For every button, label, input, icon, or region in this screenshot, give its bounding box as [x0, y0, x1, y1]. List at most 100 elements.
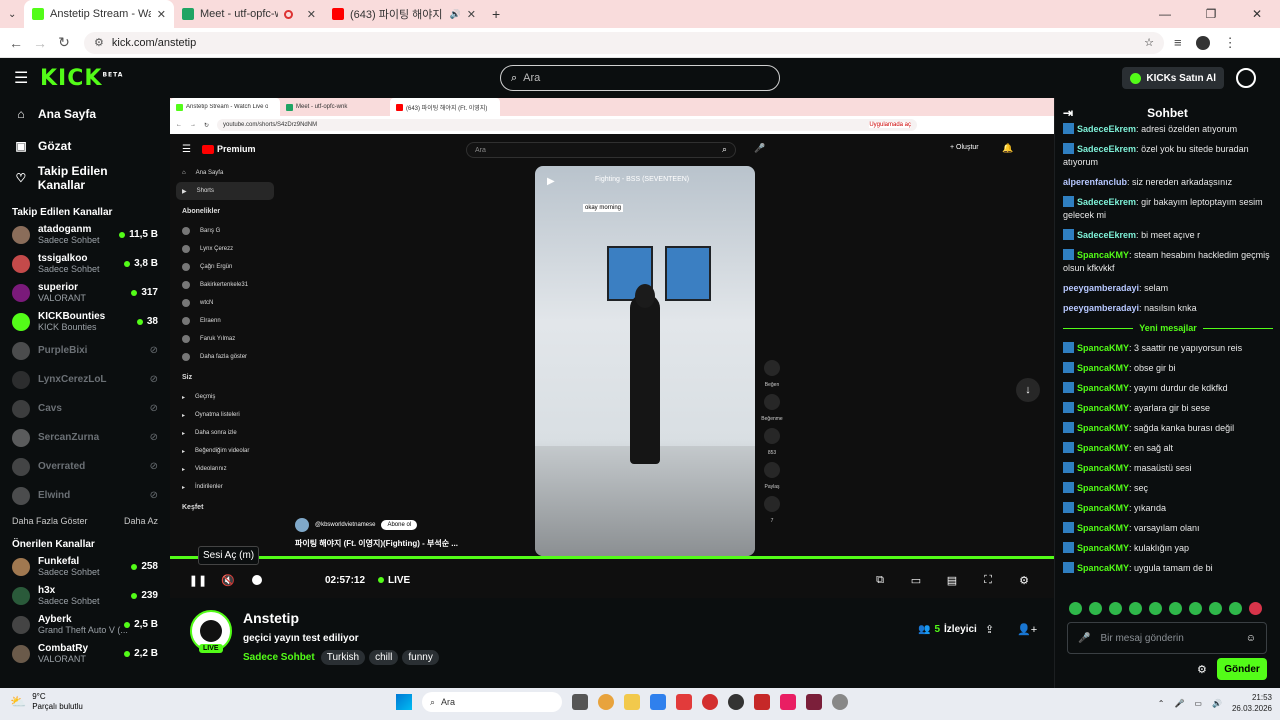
browser-tab-meet[interactable]: Meet - utf-opfc-wnk ✕: [174, 0, 324, 28]
emote-icon[interactable]: [1069, 602, 1082, 615]
chat-username[interactable]: peeygamberadayi: [1063, 283, 1139, 293]
live-indicator[interactable]: LIVE: [378, 575, 410, 586]
chat-username[interactable]: SpancaKMY: [1077, 563, 1129, 573]
volume-icon[interactable]: 🔊: [1212, 699, 1222, 708]
collapse-chat-icon[interactable]: ⇥: [1063, 106, 1073, 120]
chat-username[interactable]: SadeceEkrem: [1077, 230, 1136, 240]
chat-username[interactable]: SpancaKMY: [1077, 250, 1129, 260]
browser-tab-youtube[interactable]: (643) 파이팅 해야지 (Ft. 이 🔊 ✕: [324, 0, 484, 28]
emote-icon[interactable]: [1109, 602, 1122, 615]
follow-icon[interactable]: 👤+: [1017, 623, 1037, 636]
mic-tray-icon[interactable]: 🎤: [1174, 699, 1184, 708]
followed-channel[interactable]: KICKBounties KICK Bounties 38: [0, 307, 170, 336]
audio-icon[interactable]: 🔊: [450, 9, 461, 20]
chat-username[interactable]: SpancaKMY: [1077, 503, 1129, 513]
chat-username[interactable]: SpancaKMY: [1077, 363, 1129, 373]
settings-icon[interactable]: ⚙: [1014, 570, 1034, 590]
emote-icon[interactable]: [1249, 602, 1262, 615]
app-icon[interactable]: [806, 694, 822, 710]
weather-widget[interactable]: ⛅ 9°C Parçalı bulutlu: [10, 692, 83, 712]
chat-username[interactable]: SpancaKMY: [1077, 483, 1129, 493]
app-icon[interactable]: [832, 694, 848, 710]
mic-icon[interactable]: 🎤: [1078, 633, 1090, 644]
music-icon[interactable]: [780, 694, 796, 710]
nav-browse[interactable]: ▣ Gözat: [0, 130, 170, 162]
search-input[interactable]: ⌕ Ara: [500, 65, 780, 91]
emote-icon[interactable]: [1089, 602, 1102, 615]
chat-username[interactable]: SadeceEkrem: [1077, 124, 1136, 134]
tab-search-button[interactable]: ⌄: [0, 0, 24, 28]
fullscreen-icon[interactable]: ⛶: [978, 570, 998, 590]
emoji-icon[interactable]: ☺: [1246, 633, 1256, 644]
emote-icon[interactable]: [1129, 602, 1142, 615]
user-avatar[interactable]: [1236, 68, 1256, 88]
offline-channel[interactable]: Cavs ⊘: [0, 394, 170, 423]
chrome-icon[interactable]: [598, 694, 614, 710]
chevron-up-icon[interactable]: ⌃: [1158, 699, 1165, 708]
clock[interactable]: 21:53 26.03.2026: [1232, 692, 1272, 714]
profile-icon[interactable]: [1195, 35, 1210, 50]
taskbar-search[interactable]: ⌕ Ara: [422, 692, 562, 712]
chat-username[interactable]: SpancaKMY: [1077, 463, 1129, 473]
new-tab-button[interactable]: +: [484, 0, 512, 28]
emote-icon[interactable]: [1169, 602, 1182, 615]
volume-slider[interactable]: [252, 575, 262, 585]
chat-username[interactable]: SpancaKMY: [1077, 523, 1129, 533]
nav-following[interactable]: ♡ Takip Edilen Kanallar: [0, 162, 170, 194]
close-tab-icon[interactable]: ✕: [157, 8, 166, 21]
reload-icon[interactable]: ↻: [52, 34, 76, 51]
chat-username[interactable]: SadeceEkrem: [1077, 144, 1136, 154]
buy-kicks-button[interactable]: KICKs Satın Al: [1122, 67, 1224, 89]
followed-channel[interactable]: tssigalkoo Sadece Sohbet 3,8 B: [0, 249, 170, 278]
theater-mode-icon[interactable]: ▭: [906, 570, 926, 590]
store-icon[interactable]: [650, 694, 666, 710]
app-icon[interactable]: [676, 694, 692, 710]
site-info-icon[interactable]: ⚙: [94, 36, 104, 49]
browser-tab-kick[interactable]: Anstetip Stream - Watch Live o ✕: [24, 0, 174, 28]
chat-input[interactable]: 🎤 Bir mesaj gönderin ☺: [1067, 622, 1267, 654]
minimize-icon[interactable]: —: [1142, 0, 1188, 28]
chat-username[interactable]: SpancaKMY: [1077, 443, 1129, 453]
chat-settings-icon[interactable]: ⚙: [1197, 663, 1207, 676]
chat-username[interactable]: SpancaKMY: [1077, 423, 1129, 433]
show-less-link[interactable]: Daha Az: [124, 516, 158, 526]
obs-icon[interactable]: [728, 694, 744, 710]
emote-icon[interactable]: [1229, 602, 1242, 615]
nav-home[interactable]: ⌂ Ana Sayfa: [0, 98, 170, 130]
kick-logo[interactable]: KICKBETA: [40, 66, 123, 91]
offline-channel[interactable]: PurpleBixi ⊘: [0, 336, 170, 365]
menu-icon[interactable]: ⋮: [1224, 35, 1237, 51]
suggested-channel[interactable]: Ayberk Grand Theft Auto V (... 2,5 B: [0, 610, 170, 639]
emote-icon[interactable]: [1149, 602, 1162, 615]
pip-icon[interactable]: ⧉: [870, 570, 890, 590]
tag-chip[interactable]: chill: [369, 650, 399, 665]
category-link[interactable]: Sadece Sohbet: [243, 652, 315, 663]
start-button[interactable]: [396, 694, 412, 710]
mute-button[interactable]: 🔇: [218, 570, 238, 590]
forward-icon[interactable]: →: [28, 35, 52, 51]
offline-channel[interactable]: Overrated ⊘: [0, 452, 170, 481]
stream-progress-bar[interactable]: [170, 556, 1054, 559]
offline-channel[interactable]: LynxCerezLoL ⊘: [0, 365, 170, 394]
tag-chip[interactable]: Turkish: [320, 650, 366, 665]
emote-icon[interactable]: [1189, 602, 1202, 615]
chat-username[interactable]: SadeceEkrem: [1077, 197, 1136, 207]
suggested-channel[interactable]: CombatRy VALORANT 2,2 B: [0, 639, 170, 668]
clip-icon[interactable]: ▤: [942, 570, 962, 590]
send-button[interactable]: Gönder: [1217, 658, 1267, 680]
followed-channel[interactable]: superior VALORANT 317: [0, 278, 170, 307]
close-window-icon[interactable]: ✕: [1234, 0, 1280, 28]
chat-username[interactable]: SpancaKMY: [1077, 543, 1129, 553]
chat-username[interactable]: alperenfanclub: [1063, 177, 1127, 187]
file-explorer-icon[interactable]: [624, 694, 640, 710]
suggested-channel[interactable]: Funkefal Sadece Sohbet 258: [0, 552, 170, 581]
url-field[interactable]: ⚙ kick.com/anstetip ☆: [84, 31, 1164, 54]
pause-button[interactable]: ❚❚: [188, 570, 208, 590]
chat-username[interactable]: SpancaKMY: [1077, 403, 1129, 413]
extensions-icon[interactable]: ≡: [1174, 35, 1182, 50]
tag-chip[interactable]: funny: [402, 650, 439, 665]
offline-channel[interactable]: Elwind ⊘: [0, 481, 170, 510]
app-icon[interactable]: [754, 694, 770, 710]
close-tab-icon[interactable]: ✕: [307, 8, 316, 21]
followed-channel[interactable]: atadoganm Sadece Sohbet 11,5 B: [0, 220, 170, 249]
